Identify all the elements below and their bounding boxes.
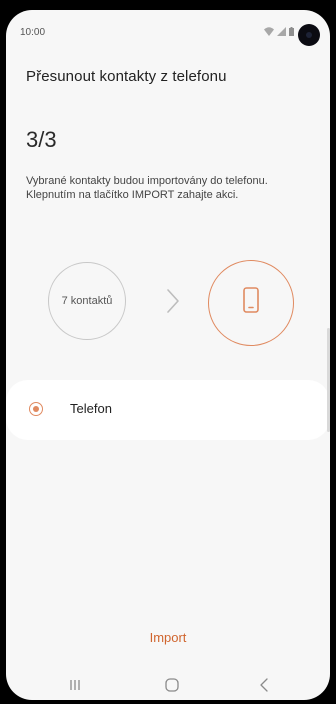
back-icon[interactable] xyxy=(258,677,270,693)
status-icons xyxy=(264,26,294,36)
page-title: Přesunout kontakty z telefonu xyxy=(26,68,227,85)
status-bar: 10:00 xyxy=(6,10,330,52)
smartphone-icon xyxy=(243,287,259,313)
home-icon[interactable] xyxy=(164,677,180,693)
battery-icon xyxy=(289,27,294,36)
option-label: Telefon xyxy=(70,401,112,416)
step-counter: 3/3 xyxy=(26,127,57,152)
front-camera xyxy=(298,24,320,46)
signal-icon xyxy=(277,27,286,36)
import-button[interactable]: Import xyxy=(118,622,218,652)
target-device-circle xyxy=(208,260,294,346)
contacts-count-label: 7 kontaktů xyxy=(61,295,113,307)
status-time: 10:00 xyxy=(20,27,46,38)
chevron-right-icon xyxy=(167,289,179,313)
wifi-icon xyxy=(264,27,274,36)
recents-icon[interactable] xyxy=(68,678,82,692)
scrollbar[interactable] xyxy=(327,328,330,432)
radio-selected[interactable] xyxy=(29,402,43,416)
phone-screen: 10:00 Přesunout kontakty z telefonu 3/3 … xyxy=(6,10,330,700)
option-telefon[interactable]: Telefon xyxy=(6,380,330,440)
contacts-count-circle: 7 kontaktů xyxy=(48,262,126,340)
navigation-bar xyxy=(6,670,330,700)
transfer-diagram: 7 kontaktů xyxy=(6,260,330,346)
step-description: Vybrané kontakty budou importovány do te… xyxy=(26,175,268,201)
